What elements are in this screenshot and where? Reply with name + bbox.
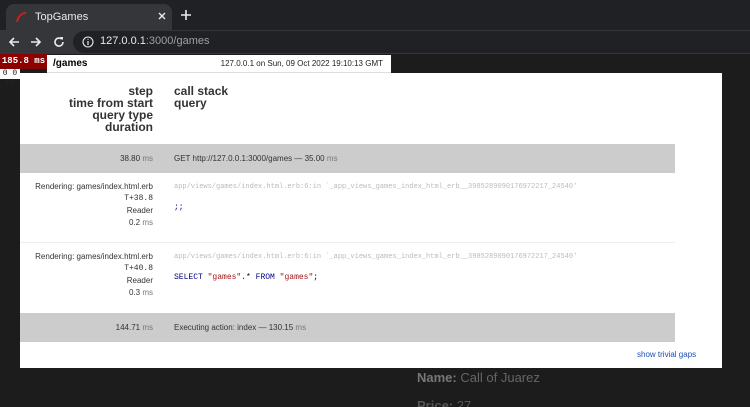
sql-query: SELECT "games".* FROM "games"; xyxy=(174,273,319,282)
request-row: 38.80 ms GET http://127.0.0.1:3000/games… xyxy=(20,144,675,173)
reload-icon[interactable] xyxy=(52,35,66,49)
info-icon[interactable] xyxy=(82,36,94,48)
profiler-panel: step time from start query type duration… xyxy=(20,73,722,368)
profiler-header: /games 127.0.0.1 on Sun, 09 Oct 2022 19:… xyxy=(47,55,391,73)
profiler-badge[interactable]: 185.8 ms xyxy=(0,54,47,69)
query-detail: app/views/games/index.html.erb:6:in `_ap… xyxy=(174,251,577,284)
sql-query: ;; xyxy=(174,203,184,212)
new-tab-icon[interactable] xyxy=(180,9,192,21)
column-headers-left: step time from start query type duration xyxy=(68,84,153,134)
tab-strip: TopGames xyxy=(0,0,750,30)
row-divider xyxy=(20,242,675,243)
close-icon[interactable] xyxy=(156,10,168,22)
query-row: Rendering: games/index.html.erb T+40.8 R… xyxy=(20,245,675,311)
browser-toolbar: 127.0.0.1:3000/games xyxy=(0,30,750,54)
game-price-text: Price: 27 xyxy=(417,398,472,407)
call-stack: app/views/games/index.html.erb:6:in `_ap… xyxy=(174,253,578,261)
profiler-badge-sub: 0 0 ms xyxy=(0,69,20,88)
profiler-request-info: 127.0.0.1 on Sun, 09 Oct 2022 19:10:13 G… xyxy=(220,59,383,68)
profiler-path: /games xyxy=(53,58,88,69)
tab-topgames[interactable]: TopGames xyxy=(6,4,172,30)
query-row: Rendering: games/index.html.erb T+38.8 R… xyxy=(20,176,675,242)
address-bar[interactable]: 127.0.0.1:3000/games xyxy=(73,31,750,53)
show-trivial-gaps-link[interactable]: show trivial gaps xyxy=(637,350,696,359)
game-name-text: Name: Call of Juarez xyxy=(417,370,540,385)
rails-favicon-icon xyxy=(16,12,26,22)
request-duration: 38.80 ms xyxy=(120,154,153,163)
tab-title: TopGames xyxy=(35,11,89,23)
action-label: Executing action: index — 130.15 ms xyxy=(174,323,307,332)
query-meta: Rendering: games/index.html.erb T+40.8 R… xyxy=(35,252,153,297)
forward-arrow-icon[interactable] xyxy=(29,35,43,49)
column-headers-right: call stack query xyxy=(174,84,229,110)
url-text: 127.0.0.1:3000/games xyxy=(100,35,210,47)
action-row: 144.71 ms Executing action: index — 130.… xyxy=(20,313,675,342)
query-detail: app/views/games/index.html.erb:6:in `_ap… xyxy=(174,181,577,214)
call-stack: app/views/games/index.html.erb:6:in `_ap… xyxy=(174,183,578,191)
query-meta: Rendering: games/index.html.erb T+38.8 R… xyxy=(35,182,153,227)
back-arrow-icon[interactable] xyxy=(7,35,21,49)
request-label: GET http://127.0.0.1:3000/games — 35.00 … xyxy=(174,154,338,163)
action-duration: 144.71 ms xyxy=(115,323,153,332)
